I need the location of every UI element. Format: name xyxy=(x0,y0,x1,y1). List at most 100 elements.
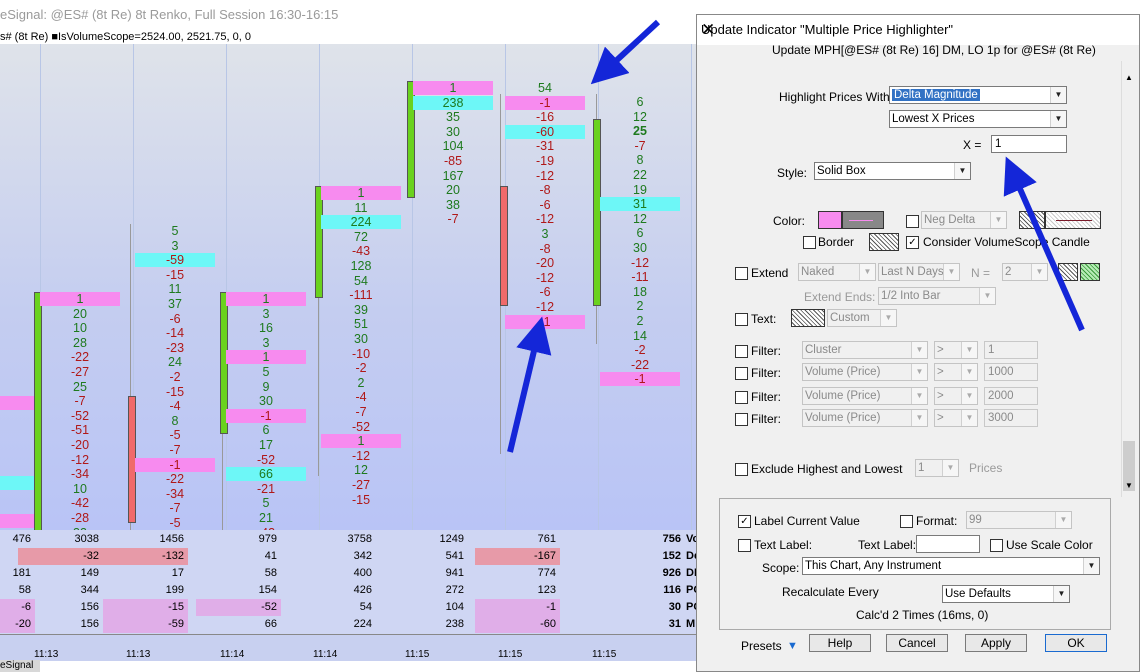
chevron-down-icon: ▼ xyxy=(943,264,959,280)
indicator-value: 156 xyxy=(80,601,99,613)
chevron-down-icon: ▼ xyxy=(961,364,977,380)
filter-value-input[interactable]: 2000 xyxy=(984,387,1038,405)
indicator-value: 400 xyxy=(353,567,372,579)
extend-ends-select[interactable]: 1/2 Into Bar ▼ xyxy=(878,287,996,305)
filter-op-select[interactable]: > ▼ xyxy=(934,387,978,405)
indicator-value: -15 xyxy=(103,599,188,616)
footprint-cell: 37 xyxy=(168,297,182,311)
footprint-cell: -42 xyxy=(70,496,90,511)
window-title: eSignal: @ES# (8t Re) 8t Renko, Full Ses… xyxy=(0,7,339,22)
indicator-value: -132 xyxy=(103,548,188,565)
footprint-cell: -5 xyxy=(169,428,181,443)
chevron-down-icon[interactable]: ▼ xyxy=(787,640,798,652)
scroll-up-icon[interactable]: ▲ xyxy=(1125,73,1133,82)
label-current-checkbox[interactable]: ✓ xyxy=(738,515,751,528)
filter-op-select[interactable]: > ▼ xyxy=(934,363,978,381)
filter-checkbox[interactable] xyxy=(735,367,748,380)
recalc-label: Recalculate Every xyxy=(782,585,879,599)
scope-select[interactable]: This Chart, Any Instrument ▼ xyxy=(802,557,1100,575)
label-panel: ✓ Label Current Value Format: 99 ▼ Text L… xyxy=(719,498,1111,630)
border-checkbox[interactable] xyxy=(803,236,816,249)
filter-field-select[interactable]: Volume (Price) ▼ xyxy=(802,387,928,405)
close-icon[interactable]: ✕ xyxy=(701,15,1129,45)
footprint-cell: -19 xyxy=(535,154,555,168)
filter-field-select[interactable]: Volume (Price) ▼ xyxy=(802,363,928,381)
extend-naked-value: Naked xyxy=(801,266,835,278)
extend-lastn-select[interactable]: Last N Days ▼ xyxy=(878,263,960,281)
style-select[interactable]: Solid Box ▼ xyxy=(814,162,971,180)
filter-field-select[interactable]: Volume (Price) ▼ xyxy=(802,409,928,427)
time-tick: 11:15 xyxy=(592,649,617,660)
filter-value-input[interactable]: 3000 xyxy=(984,409,1038,427)
filter-field-select[interactable]: Cluster ▼ xyxy=(802,341,928,359)
hatch-swatch[interactable] xyxy=(1019,211,1045,229)
help-button[interactable]: Help xyxy=(809,634,871,652)
time-tick: 11:15 xyxy=(498,649,523,660)
prices-label: Prices xyxy=(969,461,1003,475)
text-custom-select[interactable]: Custom ▼ xyxy=(827,309,897,327)
line-swatch[interactable] xyxy=(1045,211,1101,229)
footprint-cell: 38 xyxy=(446,197,460,212)
chevron-down-icon: ▼ xyxy=(954,163,970,179)
chevron-down-icon: ▼ xyxy=(911,388,927,404)
lowest-select[interactable]: Lowest X Prices ▼ xyxy=(889,110,1067,128)
footprint-cell: 30 xyxy=(633,241,647,255)
format-checkbox[interactable] xyxy=(900,515,913,528)
extend-naked-select[interactable]: Naked ▼ xyxy=(798,263,876,281)
text-label-input[interactable] xyxy=(916,535,980,553)
scroll-down-icon[interactable]: ▼ xyxy=(1125,481,1133,490)
format-select[interactable]: 99 ▼ xyxy=(966,511,1072,529)
text-label-checkbox[interactable] xyxy=(738,539,751,552)
filter-checkbox[interactable] xyxy=(735,391,748,404)
exclude-select[interactable]: 1 ▼ xyxy=(915,459,959,477)
filter-op-value: > xyxy=(937,366,944,378)
footprint-chart[interactable]: 1 20 10 28 -22 -27 25 -7 -52 -51 -20 -12 -34 10 -42 -28… xyxy=(0,44,696,530)
neg-delta-checkbox[interactable] xyxy=(906,215,919,228)
indicator-label: PC xyxy=(686,601,696,613)
cancel-button[interactable]: Cancel xyxy=(886,634,948,652)
footprint-cell: 30 xyxy=(446,124,460,139)
scale-color-checkbox[interactable] xyxy=(990,539,1003,552)
edge-highlight xyxy=(0,476,34,490)
text-checkbox[interactable] xyxy=(735,313,748,326)
extend-checkbox[interactable] xyxy=(735,267,748,280)
footprint-cell: 6 xyxy=(262,423,270,438)
neg-delta-select[interactable]: Neg Delta ▼ xyxy=(921,211,1007,229)
border-swatch[interactable] xyxy=(869,233,899,251)
color-swatch[interactable] xyxy=(818,211,842,229)
extend-swatch-2[interactable] xyxy=(1080,263,1100,281)
line-color-swatch[interactable] xyxy=(842,211,884,229)
recalc-select[interactable]: Use Defaults ▼ xyxy=(942,585,1070,603)
style-label: Style: xyxy=(777,166,808,180)
filter-checkbox[interactable] xyxy=(735,413,748,426)
filter-checkbox[interactable] xyxy=(735,345,748,358)
footprint-cell: -7 xyxy=(169,443,181,457)
ok-button[interactable]: OK xyxy=(1045,634,1107,652)
extend-swatch-1[interactable] xyxy=(1058,263,1078,281)
indicator-value: 3038 xyxy=(74,533,99,545)
x-input[interactable]: 1 xyxy=(991,135,1067,153)
n-select[interactable]: 2 ▼ xyxy=(1002,263,1048,281)
dialog-scrollbar[interactable]: ▲ ▼ xyxy=(1121,61,1137,497)
presets-button[interactable]: Presets xyxy=(741,639,782,653)
footprint-cell: 5 xyxy=(171,224,179,238)
footprint-cell: -1 xyxy=(505,314,585,329)
bottom-tab[interactable]: eSignal xyxy=(0,660,40,672)
indicator-value: 3758 xyxy=(347,533,372,545)
footprint-cell: 20 xyxy=(73,306,87,321)
apply-button[interactable]: Apply xyxy=(965,634,1027,652)
filter-label: Filter: xyxy=(751,366,781,380)
highlight-select[interactable]: Delta Magnitude ▼ xyxy=(889,86,1067,104)
footprint-cell: -2 xyxy=(169,370,181,384)
filter-op-select[interactable]: > ▼ xyxy=(934,341,978,359)
footprint-cell: 1 xyxy=(321,434,401,449)
footprint-cell: -52 xyxy=(256,452,276,467)
filter-value-input[interactable]: 1000 xyxy=(984,363,1038,381)
time-tick: 11:13 xyxy=(126,649,151,660)
chevron-down-icon: ▼ xyxy=(1050,111,1066,127)
filter-op-select[interactable]: > ▼ xyxy=(934,409,978,427)
filter-value-input[interactable]: 1 xyxy=(984,341,1038,359)
consider-checkbox[interactable]: ✓ xyxy=(906,236,919,249)
exclude-checkbox[interactable] xyxy=(735,463,748,476)
text-swatch[interactable] xyxy=(791,309,825,327)
